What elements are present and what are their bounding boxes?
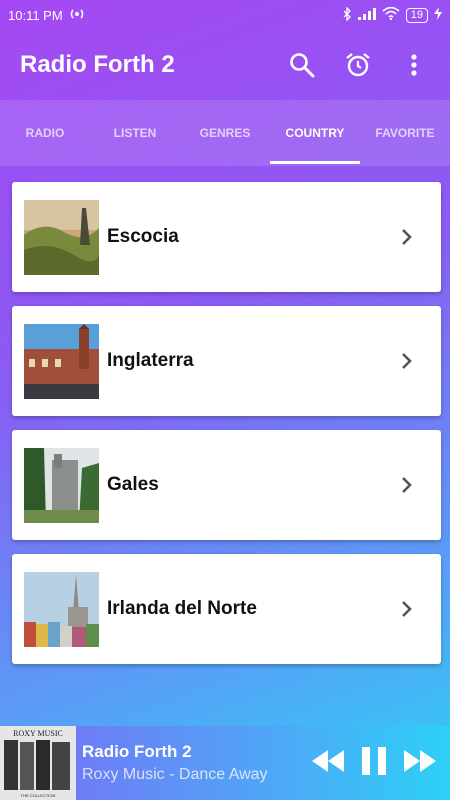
status-time: 10:11 PM bbox=[8, 7, 63, 23]
rewind-icon[interactable] bbox=[312, 749, 344, 777]
country-list: Escocia Inglaterra Gales Irlanda del Nor… bbox=[12, 182, 441, 678]
tab-radio[interactable]: RADIO bbox=[0, 100, 90, 166]
country-label: Inglaterra bbox=[107, 350, 194, 371]
country-card-escocia[interactable]: Escocia bbox=[12, 182, 441, 292]
country-card-gales[interactable]: Gales bbox=[12, 430, 441, 540]
chevron-right-icon bbox=[402, 229, 412, 245]
album-cover: ROXY MUSIC THE COLLECTION bbox=[0, 726, 76, 800]
wales-thumbnail bbox=[24, 447, 99, 523]
bluetooth-icon bbox=[342, 5, 352, 24]
status-bar: 10:11 PM 19 bbox=[0, 0, 450, 30]
chevron-right-icon bbox=[402, 353, 412, 369]
country-label: Escocia bbox=[107, 226, 179, 247]
northern-ireland-thumbnail bbox=[24, 571, 99, 647]
app-title: Radio Forth 2 bbox=[20, 51, 175, 78]
wifi-icon bbox=[382, 6, 400, 23]
scotland-thumbnail bbox=[24, 199, 99, 275]
now-playing-station: Radio Forth 2 bbox=[82, 742, 192, 761]
chevron-right-icon bbox=[402, 601, 412, 617]
tab-listen[interactable]: LISTEN bbox=[90, 100, 180, 166]
now-playing-track: Roxy Music - Dance Away bbox=[82, 766, 268, 783]
radio-broadcast-icon bbox=[69, 8, 85, 23]
chevron-right-icon bbox=[402, 477, 412, 493]
alarm-clock-icon[interactable] bbox=[342, 49, 374, 81]
fast-forward-icon[interactable] bbox=[404, 749, 436, 777]
album-cover-title: ROXY MUSIC bbox=[13, 729, 63, 738]
country-card-irlanda-del-norte[interactable]: Irlanda del Norte bbox=[12, 554, 441, 664]
country-card-inglaterra[interactable]: Inglaterra bbox=[12, 306, 441, 416]
more-options-icon[interactable] bbox=[398, 49, 430, 81]
country-label: Gales bbox=[107, 474, 159, 495]
mini-player[interactable]: ROXY MUSIC THE COLLECTION Radio Forth 2 … bbox=[0, 726, 450, 800]
pause-icon[interactable] bbox=[362, 746, 386, 780]
app-bar: Radio Forth 2 bbox=[0, 30, 450, 100]
album-cover-subtitle: THE COLLECTION bbox=[21, 793, 56, 798]
tab-bar: RADIO LISTEN GENRES COUNTRY FAVORITE bbox=[0, 100, 450, 166]
charging-icon bbox=[434, 7, 442, 23]
signal-icon bbox=[357, 7, 376, 23]
battery-indicator: 19 bbox=[405, 7, 428, 23]
england-thumbnail bbox=[24, 323, 99, 399]
search-icon[interactable] bbox=[286, 49, 318, 81]
country-label: Irlanda del Norte bbox=[107, 598, 257, 619]
tab-genres[interactable]: GENRES bbox=[180, 100, 270, 166]
tab-favorite[interactable]: FAVORITE bbox=[360, 100, 450, 166]
tab-country[interactable]: COUNTRY bbox=[270, 100, 360, 166]
